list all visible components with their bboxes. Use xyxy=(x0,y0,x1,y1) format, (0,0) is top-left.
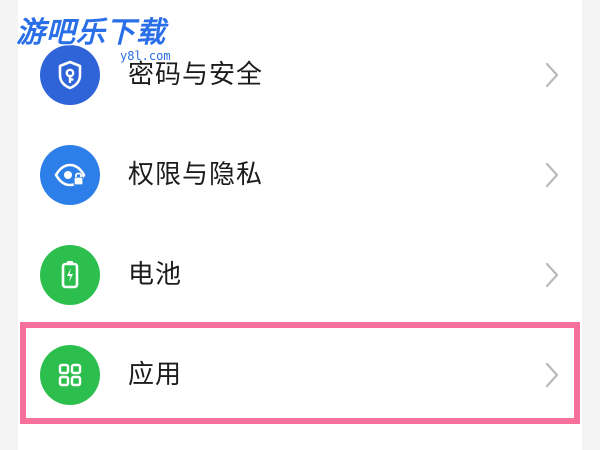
eye-lock-icon xyxy=(40,145,100,205)
watermark-url: y8l.com xyxy=(120,49,171,63)
settings-screen: 密码与安全 权限与隐私 电池 应用 游吧乐下载 y8l.com xyxy=(0,0,600,450)
battery-charging-icon xyxy=(40,245,100,305)
chevron-right-icon xyxy=(544,61,560,89)
settings-item-permissions-privacy[interactable]: 权限与隐私 xyxy=(18,125,582,225)
chevron-right-icon xyxy=(544,361,560,389)
watermark-logo: 游吧乐下载 y8l.com xyxy=(16,14,186,64)
chevron-right-icon xyxy=(544,261,560,289)
watermark-title: 游吧乐下载 xyxy=(16,15,167,49)
chevron-right-icon xyxy=(544,161,560,189)
settings-item-battery[interactable]: 电池 xyxy=(18,225,582,325)
apps-grid-icon xyxy=(40,345,100,405)
settings-item-label: 电池 xyxy=(128,260,183,290)
settings-item-apps[interactable]: 应用 xyxy=(18,325,582,425)
settings-item-label: 应用 xyxy=(128,360,183,390)
settings-item-label: 权限与隐私 xyxy=(128,160,264,190)
settings-list: 密码与安全 权限与隐私 电池 应用 xyxy=(18,0,582,450)
